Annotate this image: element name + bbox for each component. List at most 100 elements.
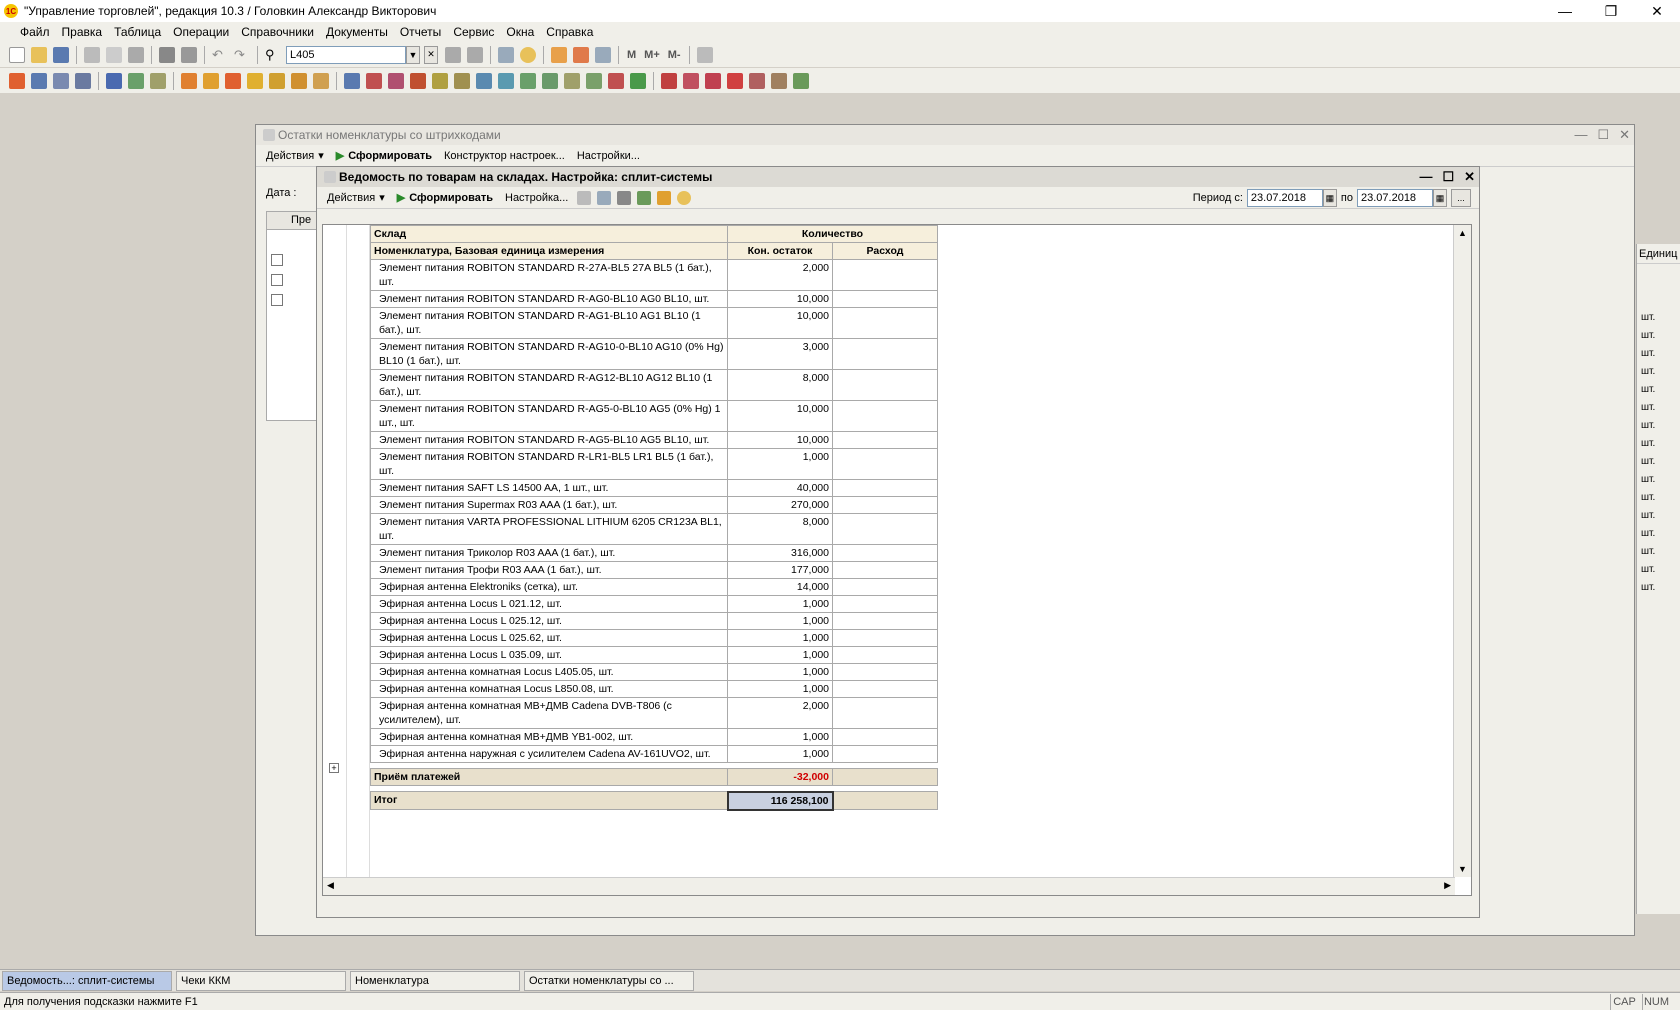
task-stock[interactable]: Остатки номенклатуры со ... [524, 970, 694, 991]
bg-maximize-button[interactable]: ☐ [1597, 127, 1609, 143]
func-icon-29[interactable] [661, 72, 677, 89]
memory-m-icon[interactable]: M [627, 49, 636, 61]
find-prev-icon[interactable] [467, 46, 483, 63]
func-icon-13[interactable] [291, 72, 307, 89]
total-row[interactable]: Итог 116 258,100 [370, 790, 938, 811]
func-icon-5[interactable] [106, 72, 122, 89]
report-generate-button[interactable]: ▶ Сформировать [391, 191, 499, 205]
cut-icon[interactable] [84, 46, 100, 63]
func-icon-4[interactable] [75, 72, 91, 89]
table-row[interactable]: Элемент питания ROBITON STANDARD R-27A-B… [370, 259, 938, 291]
menu-service[interactable]: Сервис [447, 25, 500, 39]
task-nomenclature[interactable]: Номенклатура [350, 970, 520, 991]
menu-reports[interactable]: Отчеты [394, 25, 447, 39]
bg-generate-button[interactable]: ▶ Сформировать [330, 149, 438, 163]
undo-icon[interactable]: ↶ [212, 47, 228, 63]
func-icon-32[interactable] [727, 72, 743, 89]
func-icon-20[interactable] [454, 72, 470, 89]
period-to-input[interactable] [1357, 189, 1433, 207]
load-icon[interactable] [637, 190, 652, 205]
func-icon-27[interactable] [608, 72, 624, 89]
menu-help[interactable]: Справка [540, 25, 599, 39]
table-row[interactable]: Элемент питания VARTA PROFESSIONAL LITHI… [370, 513, 938, 545]
memory-plus-icon[interactable]: M+ [644, 49, 660, 61]
group-row[interactable]: Приём платежей -32,000 [370, 768, 938, 786]
func-icon-12[interactable] [269, 72, 285, 89]
minimize-button[interactable]: — [1542, 0, 1588, 22]
table-row[interactable]: Элемент питания Supermax R03 AAA (1 бат.… [370, 496, 938, 514]
menu-file[interactable]: Файл [14, 25, 56, 39]
menu-edit[interactable]: Правка [56, 25, 109, 39]
table-row[interactable]: Эфирная антенна комнатная Locus L850.08,… [370, 680, 938, 698]
save-icon[interactable] [53, 46, 69, 63]
open-icon[interactable] [31, 46, 47, 63]
table-row[interactable]: Элемент питания Трофи R03 AAA (1 бат.), … [370, 561, 938, 579]
table-row[interactable]: Эфирная антенна Locus L 021.12, шт. 1,000 [370, 595, 938, 613]
func-icon-19[interactable] [432, 72, 448, 89]
table-row[interactable]: Элемент питания ROBITON STANDARD R-AG5-0… [370, 400, 938, 432]
table-row[interactable]: Эфирная антенна Locus L 035.09, шт. 1,000 [370, 646, 938, 664]
scroll-right-icon[interactable]: ▶ [1444, 880, 1451, 891]
table-row[interactable]: Эфирная антенна комнатная МВ+ДМВ Cadena … [370, 697, 938, 729]
func-icon-10[interactable] [225, 72, 241, 89]
table-row[interactable]: Элемент питания ROBITON STANDARD R-AG12-… [370, 369, 938, 401]
report-close-button[interactable]: ✕ [1464, 169, 1475, 185]
func-icon-25[interactable] [564, 72, 580, 89]
find-next-icon[interactable] [445, 46, 461, 63]
calendar-from-icon[interactable]: ▦ [1322, 189, 1337, 207]
menu-operations[interactable]: Операции [167, 25, 235, 39]
bg-actions-button[interactable]: Действия ▾ [260, 149, 330, 163]
table-row[interactable]: Эфирная антенна Locus L 025.62, шт. 1,000 [370, 629, 938, 647]
search-clear-button[interactable]: ✕ [424, 45, 438, 64]
func-icon-11[interactable] [247, 72, 263, 89]
task-receipts[interactable]: Чеки ККМ [176, 970, 346, 991]
table-row[interactable]: Элемент питания ROBITON STANDARD R-AG1-B… [370, 307, 938, 339]
tree-icon[interactable] [597, 190, 612, 205]
memory-minus-icon[interactable]: M- [668, 49, 681, 61]
bg-checkbox-1[interactable] [271, 254, 283, 266]
func-icon-14[interactable] [313, 72, 329, 89]
func-icon-7[interactable] [150, 72, 166, 89]
menu-references[interactable]: Справочники [235, 25, 320, 39]
func-icon-33[interactable] [749, 72, 765, 89]
total-end-balance[interactable]: 116 258,100 [726, 790, 834, 811]
func-icon-9[interactable] [203, 72, 219, 89]
func-icon-16[interactable] [366, 72, 382, 89]
report-icon-a[interactable] [577, 190, 592, 205]
search-input[interactable] [286, 45, 406, 64]
calendar-to-icon[interactable]: ▦ [1433, 189, 1447, 207]
search-dropdown-button[interactable]: ▼ [406, 45, 420, 64]
func-icon-1[interactable] [9, 72, 25, 89]
report-actions-button[interactable]: Действия ▾ [321, 191, 391, 205]
bg-checkbox-3[interactable] [271, 294, 283, 306]
menu-windows[interactable]: Окна [500, 25, 540, 39]
expand-group-icon[interactable]: + [329, 763, 339, 773]
report-sheet[interactable]: + Склад Количество Номенклатура, Базовая… [322, 224, 1472, 896]
scroll-left-icon[interactable]: ◀ [327, 880, 334, 891]
restore-button[interactable]: ❐ [1588, 0, 1634, 22]
table-row[interactable]: Эфирная антенна Locus L 025.12, шт. 1,000 [370, 612, 938, 630]
copy-icon[interactable] [106, 46, 122, 63]
func-icon-26[interactable] [586, 72, 602, 89]
close-button[interactable]: ✕ [1634, 0, 1680, 22]
paste-icon[interactable] [128, 46, 144, 63]
report-hscrollbar[interactable]: ◀ ▶ [323, 877, 1455, 895]
func-icon-30[interactable] [683, 72, 699, 89]
func-icon-8[interactable] [181, 72, 197, 89]
new-document-icon[interactable] [9, 46, 25, 63]
table-row[interactable]: Элемент питания ROBITON STANDARD R-AG10-… [370, 338, 938, 370]
func-icon-35[interactable] [793, 72, 809, 89]
save-settings-icon[interactable] [657, 190, 672, 205]
func-icon-2[interactable] [31, 72, 47, 89]
table-row[interactable]: Элемент питания SAFT LS 14500 AA, 1 шт.,… [370, 479, 938, 497]
scroll-down-icon[interactable]: ▼ [1454, 864, 1471, 874]
bg-constructor-button[interactable]: Конструктор настроек... [438, 150, 571, 162]
func-icon-21[interactable] [476, 72, 492, 89]
table-row[interactable]: Элемент питания ROBITON STANDARD R-AG0-B… [370, 290, 938, 308]
calculator-icon[interactable] [551, 46, 567, 63]
tools-icon[interactable] [696, 46, 713, 63]
redo-icon[interactable]: ↷ [234, 47, 250, 63]
help-icon[interactable] [677, 190, 692, 205]
func-icon-18[interactable] [410, 72, 426, 89]
table-row[interactable]: Эфирная антенна Elektroniks (сетка), шт.… [370, 578, 938, 596]
